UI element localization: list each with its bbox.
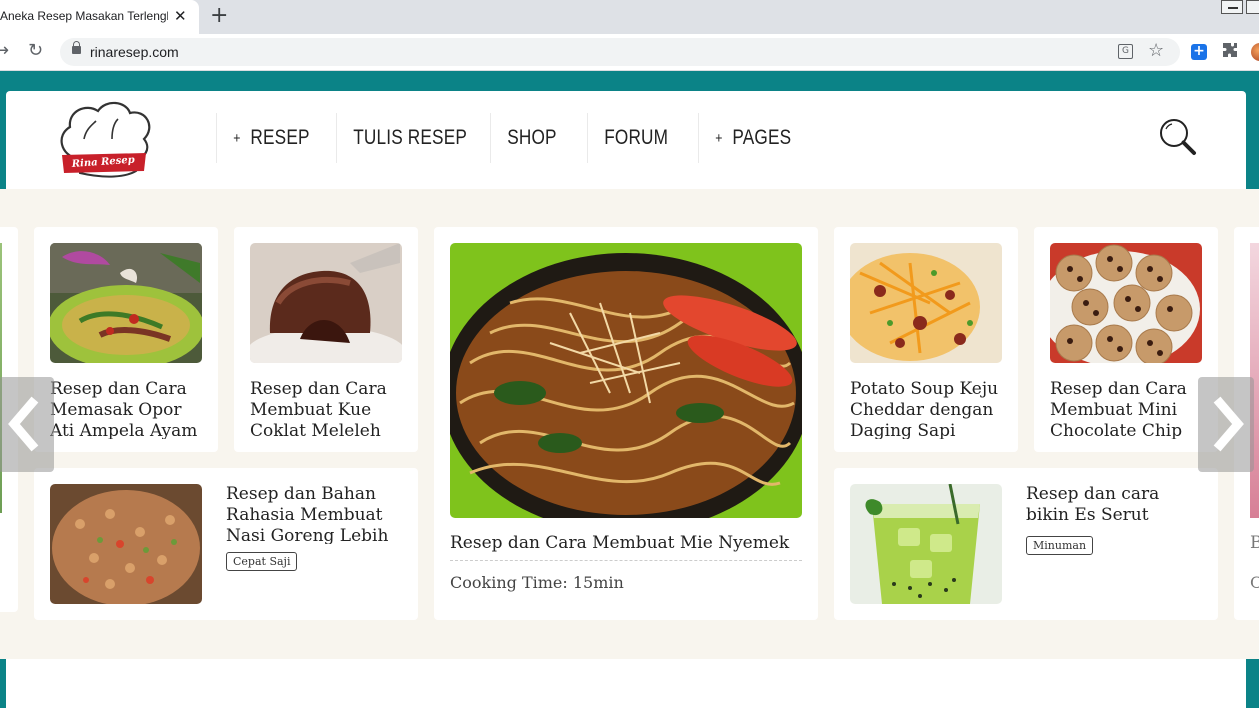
recipe-card-cookies[interactable]: Resep dan Cara Membuat Mini Chocolate Ch… (1034, 227, 1218, 452)
recipe-image-cookies[interactable] (1050, 243, 1202, 363)
recipe-title-kue[interactable]: Resep dan Cara Membuat Kue Coklat Melele… (250, 379, 410, 439)
recipe-card-mie-nyemek[interactable]: Resep dan Cara Membuat Mie Nyemek Khas B… (434, 227, 818, 620)
recipe-card-potato-soup[interactable]: Potato Soup Keju Cheddar dengan Daging S… (834, 227, 1018, 452)
recipe-title-opor[interactable]: Resep dan Cara Memasak Opor Ati Ampela A… (50, 379, 210, 439)
menu-label: TULIS RESEP (353, 126, 468, 149)
carousel-prev-button[interactable] (0, 377, 54, 472)
card-divider (450, 560, 802, 561)
bookmark-star-icon[interactable]: ☆ (1148, 40, 1164, 61)
recipe-title-es-serut-timun[interactable]: Resep dan cara bikin Es Serut Timun (1026, 484, 1202, 528)
menu-forum[interactable]: FORUM (587, 113, 685, 163)
tab-title: Aneka Resep Masakan Terlengkap | Rina Re… (0, 9, 168, 23)
profile-avatar[interactable] (1251, 43, 1259, 61)
url-text[interactable]: rinaresep.com (90, 44, 179, 60)
plus-icon: + (233, 129, 241, 147)
translate-icon[interactable]: G (1118, 44, 1133, 59)
menu-label: PAGES (732, 126, 792, 149)
browser-tab[interactable]: Aneka Resep Masakan Terlengkap | Rina Re… (0, 0, 199, 34)
recipe-image-kue[interactable] (250, 243, 402, 363)
maximize-button[interactable] (1246, 0, 1259, 14)
forward-icon[interactable]: → (0, 40, 9, 61)
carousel-next-button[interactable] (1198, 377, 1254, 472)
extension-plus-icon[interactable]: + (1191, 44, 1207, 60)
menu-label: FORUM (604, 126, 669, 149)
partial-text: C (1250, 573, 1259, 592)
address-bar[interactable]: rinaresep.com G ☆ (60, 38, 1180, 66)
recipe-image-es-serut-timun[interactable] (850, 484, 1002, 604)
new-tab-button[interactable]: + (210, 3, 228, 28)
menu-resep[interactable]: + RESEP (216, 113, 326, 163)
browser-tabstrip: Aneka Resep Masakan Terlengkap | Rina Re… (0, 0, 1259, 34)
category-tag[interactable]: Minuman (1026, 536, 1094, 555)
recipe-image-potato-soup[interactable] (850, 243, 1002, 363)
recipe-card-es-serut-timun[interactable]: Resep dan cara bikin Es Serut Timun Minu… (834, 468, 1218, 620)
recipe-title-cookies[interactable]: Resep dan Cara Membuat Mini Chocolate Ch… (1050, 379, 1210, 439)
menu-label: RESEP (250, 126, 310, 149)
extensions-puzzle-icon[interactable] (1222, 42, 1238, 63)
main-menu: + RESEP TULIS RESEP SHOP FORUM + PAGES (216, 113, 832, 163)
browser-toolbar: → ↻ rinaresep.com G ☆ + (0, 34, 1259, 71)
recipe-image-mie-nyemek[interactable] (450, 243, 802, 518)
lock-icon[interactable] (72, 41, 81, 54)
chevron-left-icon (8, 396, 39, 452)
cooking-time: Cooking Time: 15min (450, 573, 624, 592)
recipe-title-mie-nyemek[interactable]: Resep dan Cara Membuat Mie Nyemek Khas B… (450, 533, 802, 556)
plus-icon: + (715, 129, 723, 147)
search-icon[interactable] (1158, 117, 1198, 157)
menu-pages[interactable]: + PAGES (698, 113, 808, 163)
recipe-card-opor[interactable]: Resep dan Cara Memasak Opor Ati Ampela A… (34, 227, 218, 452)
menu-shop[interactable]: SHOP (489, 113, 573, 163)
site-header: Rina Resep + RESEP TULIS RESEP SHOP FORU… (6, 91, 1246, 189)
menu-tulis-resep[interactable]: TULIS RESEP (336, 113, 483, 163)
minimize-button[interactable] (1221, 0, 1243, 14)
site-logo[interactable]: Rina Resep (56, 99, 156, 181)
menu-label: SHOP (507, 126, 557, 149)
recipe-image-opor[interactable] (50, 243, 202, 363)
recipe-carousel: Resep dan Cara Memasak Opor Ati Ampela A… (0, 189, 1259, 659)
recipe-image-nasi-goreng[interactable] (50, 484, 202, 604)
chevron-right-icon (1213, 396, 1244, 452)
page-section-below (6, 659, 1246, 708)
category-tag[interactable]: Cepat Saji (226, 552, 298, 571)
recipe-card-nasi-goreng[interactable]: Resep dan Bahan Rahasia Membuat Nasi Gor… (34, 468, 418, 620)
tab-close-icon[interactable]: ✕ (174, 7, 187, 25)
recipe-card-kue[interactable]: Resep dan Cara Membuat Kue Coklat Melele… (234, 227, 418, 452)
recipe-title-potato-soup[interactable]: Potato Soup Keju Cheddar dengan Daging S… (850, 379, 1010, 439)
reload-icon[interactable]: ↻ (28, 40, 43, 61)
recipe-title-nasi-goreng[interactable]: Resep dan Bahan Rahasia Membuat Nasi Gor… (226, 484, 402, 544)
partial-text: B (1250, 533, 1259, 553)
